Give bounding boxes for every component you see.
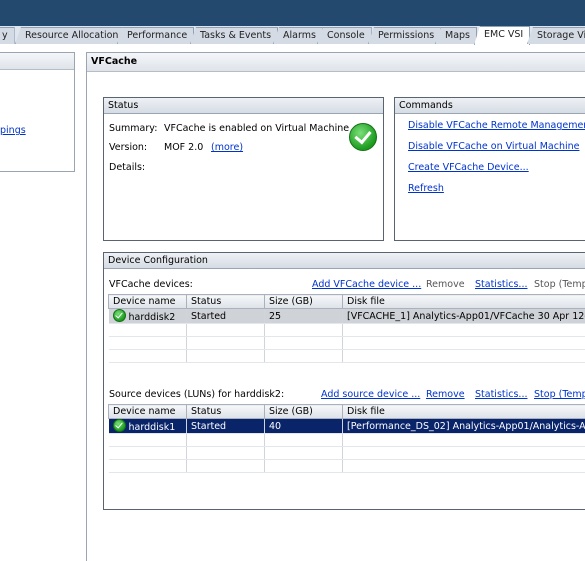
device-name-cell: harddisk1	[108, 418, 187, 434]
version-label: Version:	[109, 142, 148, 153]
table-header-row: Device name Status Size (GB) Disk file	[108, 294, 585, 309]
tab-bar: y Resource Allocation Performance Tasks …	[0, 0, 585, 45]
summary-value: VFCache is enabled on Virtual Machine	[164, 123, 350, 134]
tab-partial-left[interactable]: y	[0, 27, 15, 44]
commands-panel: Commands Disable VFCache Remote Manageme…	[394, 97, 585, 241]
device-configuration-header: Device Configuration	[104, 253, 585, 269]
tab-emc-vsi[interactable]: EMC VSI	[474, 26, 531, 45]
source-remove-link[interactable]: Remove	[426, 389, 465, 400]
column-header-status[interactable]: Status	[186, 294, 265, 309]
started-icon	[112, 309, 126, 322]
status-cell: Started	[186, 418, 265, 434]
left-pane-header	[0, 53, 74, 70]
left-pane: pings	[0, 52, 75, 172]
empty-row	[108, 336, 585, 350]
tab-resource-allocation[interactable]: Resource Allocation	[15, 27, 126, 44]
source-stop-link[interactable]: Stop (Temp	[534, 389, 585, 400]
empty-row	[108, 446, 585, 460]
left-pane-link[interactable]: pings	[0, 125, 26, 136]
column-header-device-name[interactable]: Device name	[108, 404, 187, 419]
empty-row	[108, 433, 585, 447]
create-vfcache-device-link[interactable]: Create VFCache Device...	[408, 162, 529, 173]
add-vfcache-device-link[interactable]: Add VFCache device ...	[312, 279, 421, 290]
size-cell: 25	[264, 308, 343, 324]
source-devices-label: Source devices (LUNs) for harddisk2:	[109, 389, 285, 400]
tab-permissions[interactable]: Permissions	[368, 27, 442, 44]
device-configuration-panel: Device Configuration VFCache devices: Ad…	[103, 252, 585, 510]
status-ok-icon	[349, 123, 377, 151]
refresh-link[interactable]: Refresh	[408, 183, 444, 194]
table-row[interactable]: harddisk2 Started 25 [VFCACHE_1] Analyti…	[108, 308, 585, 324]
column-header-size[interactable]: Size (GB)	[264, 294, 343, 309]
tab-maps[interactable]: Maps	[435, 27, 477, 44]
column-header-disk-file[interactable]: Disk file	[342, 294, 585, 309]
version-more-link[interactable]: (more)	[211, 142, 243, 153]
status-panel: Status Summary: VFCache is enabled on Vi…	[103, 97, 384, 241]
tab-tasks-events[interactable]: Tasks & Events	[190, 27, 279, 44]
tab-alarms[interactable]: Alarms	[273, 27, 323, 44]
device-name-cell: harddisk2	[108, 308, 187, 324]
tab-storage-view[interactable]: Storage View	[527, 27, 585, 44]
empty-row	[108, 349, 585, 363]
vfcache-devices-label: VFCache devices:	[109, 279, 193, 290]
commands-header: Commands	[395, 98, 585, 114]
tab-performance[interactable]: Performance	[117, 27, 195, 44]
status-cell: Started	[186, 308, 265, 324]
empty-row	[108, 323, 585, 337]
source-devices-table: Device name Status Size (GB) Disk file h…	[108, 404, 585, 473]
details-label: Details:	[109, 162, 146, 173]
main-pane: VFCache Status Summary: VFCache is enabl…	[86, 52, 585, 561]
tab-console[interactable]: Console	[317, 27, 372, 44]
vfcache-statistics-link[interactable]: Statistics...	[475, 279, 528, 290]
column-header-device-name[interactable]: Device name	[108, 294, 187, 309]
disable-remote-mgmt-link[interactable]: Disable VFCache Remote Management	[408, 120, 585, 131]
add-source-device-link[interactable]: Add source device ...	[321, 389, 420, 400]
column-header-disk-file[interactable]: Disk file	[342, 404, 585, 419]
table-header-row: Device name Status Size (GB) Disk file	[108, 404, 585, 419]
empty-row	[108, 459, 585, 473]
source-statistics-link[interactable]: Statistics...	[475, 389, 528, 400]
summary-label: Summary:	[109, 123, 158, 134]
disable-vfcache-link[interactable]: Disable VFCache on Virtual Machine	[408, 141, 579, 152]
vfcache-devices-table: Device name Status Size (GB) Disk file h…	[108, 294, 585, 363]
status-header: Status	[104, 98, 383, 114]
version-value: MOF 2.0	[164, 142, 204, 153]
table-row[interactable]: harddisk1 Started 40 [Performance_DS_02]…	[108, 418, 585, 434]
disk-file-cell: [VFCACHE_1] Analytics-App01/VFCache 30 A…	[342, 308, 585, 324]
disk-file-cell: [Performance_DS_02] Analytics-App01/Anal…	[342, 418, 585, 434]
page-title: VFCache	[87, 52, 585, 72]
column-header-size[interactable]: Size (GB)	[264, 404, 343, 419]
column-header-status[interactable]: Status	[186, 404, 265, 419]
size-cell: 40	[264, 418, 343, 434]
vfcache-stop-action[interactable]: Stop (Temp	[534, 279, 585, 290]
started-icon	[112, 419, 126, 432]
vfcache-remove-action[interactable]: Remove	[426, 279, 465, 290]
